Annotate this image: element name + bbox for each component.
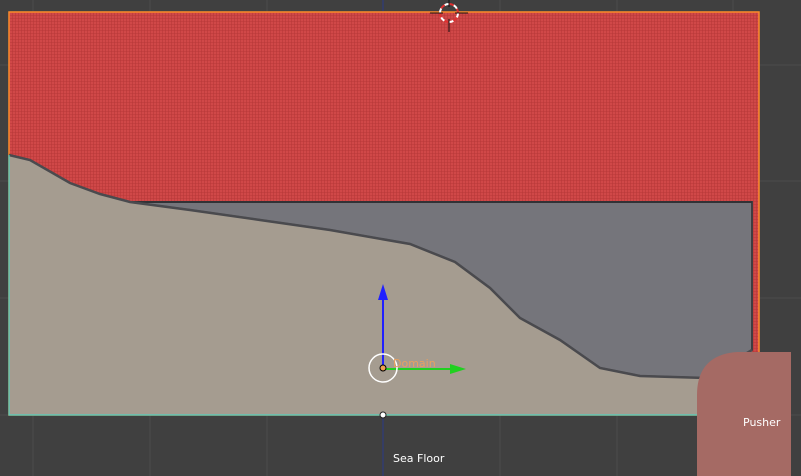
- pusher-object-label: Pusher: [743, 416, 781, 429]
- pusher-object[interactable]: [697, 352, 791, 476]
- sea-floor-object-label: Sea Floor: [393, 452, 445, 465]
- domain-object-label: Domain: [393, 357, 436, 370]
- 3d-viewport[interactable]: [0, 0, 801, 476]
- sea-floor-origin: [379, 411, 387, 419]
- object-origin: [379, 364, 387, 372]
